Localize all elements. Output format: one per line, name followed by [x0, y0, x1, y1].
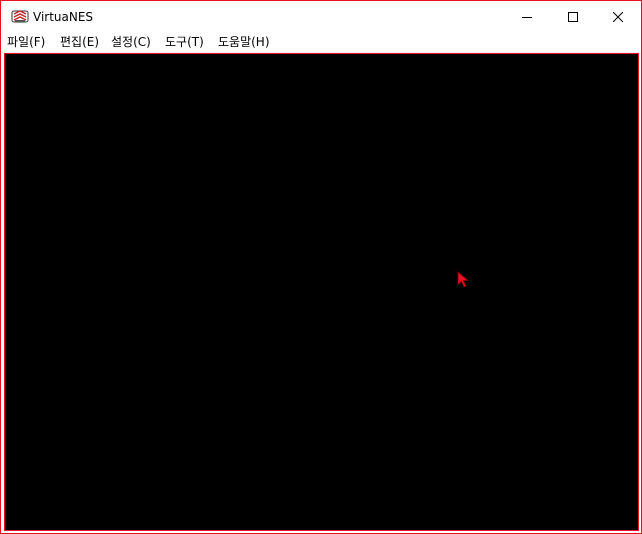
menu-file[interactable]: 파일(F)	[6, 34, 46, 50]
menu-settings[interactable]: 설정(C)	[110, 34, 152, 50]
maximize-button[interactable]	[550, 1, 596, 32]
window-title: VirtuaNES	[33, 10, 94, 24]
title-bar[interactable]: VirtuaNES	[1, 1, 641, 32]
virtuanes-app-icon	[11, 10, 29, 23]
minimize-icon	[522, 16, 532, 18]
menu-bar: 파일(F) 편집(E) 설정(C) 도구(T) 도움말(H)	[1, 32, 641, 53]
emulator-screen[interactable]	[4, 53, 639, 531]
minimize-button[interactable]	[504, 1, 550, 32]
menu-help[interactable]: 도움말(H)	[217, 34, 271, 50]
menu-edit[interactable]: 편집(E)	[59, 34, 100, 50]
close-button[interactable]	[595, 1, 641, 32]
maximize-icon	[568, 11, 578, 22]
close-icon	[613, 11, 623, 22]
app-window: VirtuaNES 파일(F) 편집(E) 설정(C) 도구(T) 도움말(H)	[0, 0, 642, 534]
menu-tools[interactable]: 도구(T)	[164, 34, 205, 50]
mouse-pointer-icon	[457, 271, 470, 288]
